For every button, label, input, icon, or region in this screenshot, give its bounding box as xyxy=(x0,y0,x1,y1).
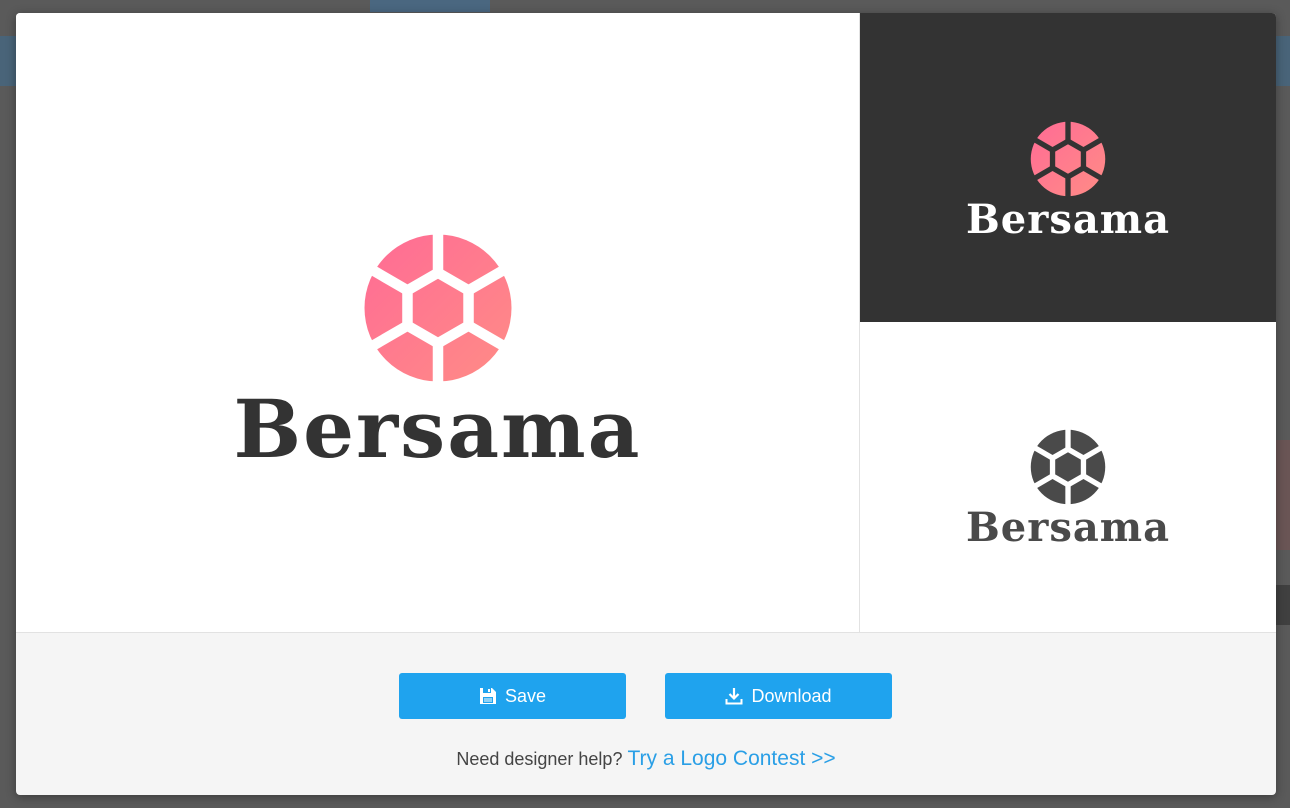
save-button-label: Save xyxy=(504,685,547,706)
logo-wordmark: Bersama xyxy=(965,504,1170,551)
logo-preview-modal: Bersama Bersama Bersama Save Download Ne… xyxy=(16,13,1276,795)
download-button[interactable]: Download xyxy=(665,673,892,719)
modal-footer: Save Download Need designer help? Try a … xyxy=(16,633,1276,795)
logo-contest-link[interactable]: Try a Logo Contest >> xyxy=(627,747,835,770)
floppy-disk-icon xyxy=(479,688,496,704)
download-button-label: Download xyxy=(751,685,832,706)
logo-on-dark: Bersama xyxy=(860,121,1276,240)
help-prompt: Need designer help? xyxy=(456,749,623,769)
hexagon-ball-icon xyxy=(364,234,511,382)
monochrome-preview: Bersama xyxy=(860,322,1276,633)
background-panel-dark xyxy=(1276,585,1290,625)
designer-help: Need designer help? Try a Logo Contest >… xyxy=(16,747,1276,771)
logo-monochrome: Bersama xyxy=(860,429,1276,548)
save-button[interactable]: Save xyxy=(399,673,626,719)
logo-full-color: Bersama xyxy=(16,233,859,469)
main-logo-preview: Bersama xyxy=(16,13,860,633)
logo-wordmark: Bersama xyxy=(965,196,1170,243)
logo-wordmark: Bersama xyxy=(233,382,642,476)
hexagon-ball-icon xyxy=(1030,429,1106,505)
dark-background-preview: Bersama xyxy=(860,13,1276,322)
background-tab xyxy=(370,0,490,12)
download-tray-icon xyxy=(725,688,743,705)
background-panel xyxy=(1276,440,1290,550)
hexagon-ball-icon xyxy=(1030,121,1106,197)
